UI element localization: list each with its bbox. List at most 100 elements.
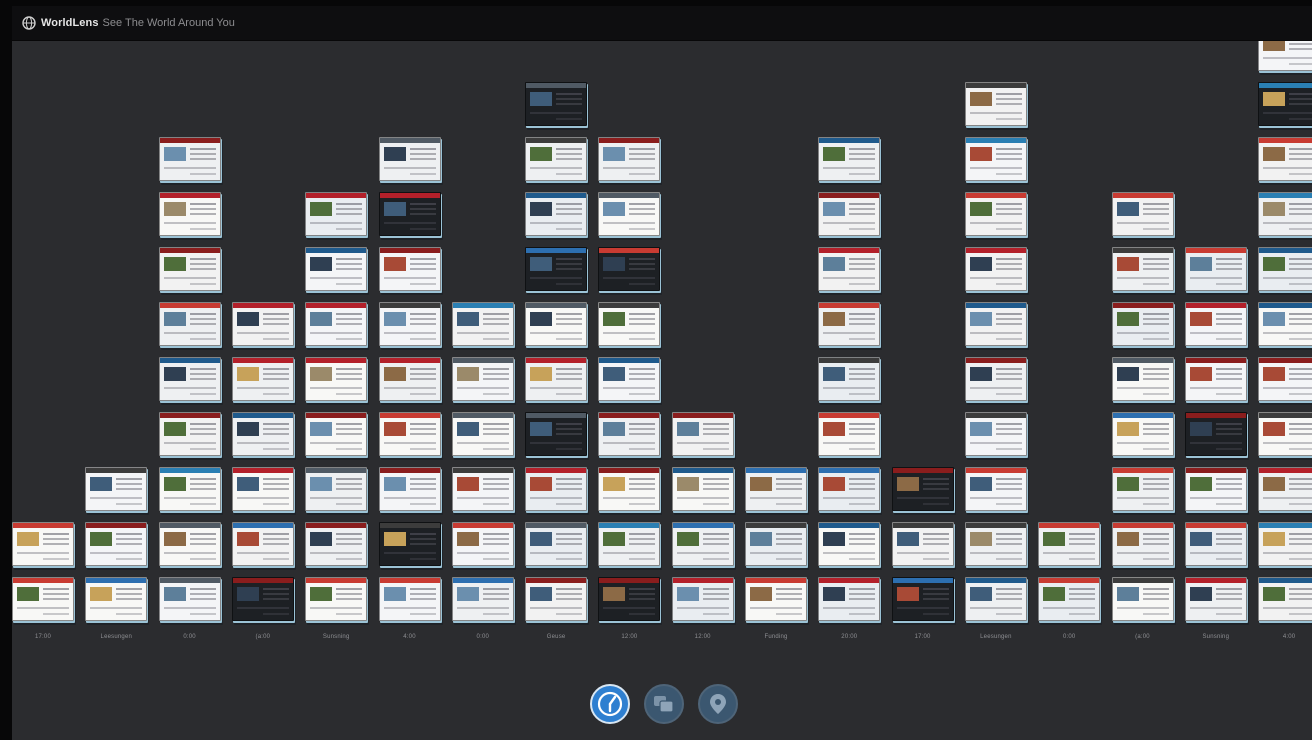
article-thumbnail[interactable] (305, 357, 368, 401)
article-thumbnail[interactable] (745, 467, 807, 511)
article-thumbnail[interactable] (1258, 192, 1312, 236)
article-thumbnail[interactable] (451, 357, 514, 401)
article-thumbnail[interactable] (1184, 247, 1247, 291)
article-thumbnail[interactable] (451, 467, 514, 511)
article-thumbnail[interactable] (85, 467, 148, 511)
article-thumbnail[interactable] (305, 577, 368, 621)
article-thumbnail[interactable] (378, 357, 441, 401)
article-thumbnail[interactable] (1111, 577, 1174, 621)
article-thumbnail[interactable] (671, 412, 734, 456)
article-thumbnail[interactable] (158, 522, 221, 566)
article-thumbnail[interactable] (1184, 412, 1247, 456)
article-thumbnail[interactable] (1258, 137, 1312, 181)
article-thumbnail[interactable] (598, 137, 661, 181)
article-thumbnail[interactable] (1258, 522, 1312, 566)
article-thumbnail[interactable] (305, 192, 368, 236)
article-thumbnail[interactable] (305, 522, 368, 566)
article-thumbnail[interactable] (671, 577, 734, 621)
article-thumbnail[interactable] (1258, 467, 1312, 511)
article-thumbnail[interactable] (1111, 467, 1174, 511)
article-thumbnail[interactable] (158, 192, 221, 236)
article-thumbnail[interactable] (598, 522, 661, 566)
article-thumbnail[interactable] (305, 467, 368, 511)
time-view-button[interactable] (590, 684, 630, 724)
article-thumbnail[interactable] (964, 247, 1027, 291)
article-thumbnail[interactable] (451, 302, 514, 346)
article-thumbnail[interactable] (818, 577, 881, 621)
article-thumbnail[interactable] (305, 302, 368, 346)
article-thumbnail[interactable] (158, 412, 221, 456)
article-thumbnail[interactable] (525, 247, 588, 291)
article-thumbnail[interactable] (85, 577, 148, 621)
article-thumbnail[interactable] (305, 412, 368, 456)
article-thumbnail[interactable] (818, 247, 881, 291)
article-thumbnail[interactable] (1258, 41, 1312, 71)
article-thumbnail[interactable] (818, 192, 881, 236)
article-thumbnail[interactable] (964, 467, 1027, 511)
article-thumbnail[interactable] (964, 192, 1027, 236)
article-thumbnail[interactable] (598, 412, 661, 456)
article-thumbnail[interactable] (1038, 577, 1101, 621)
article-thumbnail[interactable] (12, 577, 74, 621)
article-thumbnail[interactable] (378, 412, 441, 456)
article-thumbnail[interactable] (12, 522, 74, 566)
article-thumbnail[interactable] (964, 137, 1027, 181)
article-thumbnail[interactable] (598, 577, 661, 621)
article-thumbnail[interactable] (1258, 412, 1312, 456)
article-thumbnail[interactable] (525, 192, 588, 236)
article-thumbnail[interactable] (598, 192, 661, 236)
article-thumbnail[interactable] (1258, 82, 1312, 126)
article-thumbnail[interactable] (818, 467, 881, 511)
article-thumbnail[interactable] (1111, 412, 1174, 456)
article-thumbnail[interactable] (451, 522, 514, 566)
article-thumbnail[interactable] (818, 412, 881, 456)
article-thumbnail[interactable] (1184, 577, 1247, 621)
article-thumbnail[interactable] (378, 137, 441, 181)
article-thumbnail[interactable] (378, 302, 441, 346)
article-thumbnail[interactable] (818, 137, 881, 181)
article-thumbnail[interactable] (1184, 357, 1247, 401)
article-thumbnail[interactable] (1184, 302, 1247, 346)
article-thumbnail[interactable] (598, 302, 661, 346)
article-thumbnail[interactable] (891, 577, 954, 621)
article-thumbnail[interactable] (1258, 357, 1312, 401)
article-thumbnail[interactable] (158, 302, 221, 346)
article-thumbnail[interactable] (964, 577, 1027, 621)
article-thumbnail[interactable] (818, 302, 881, 346)
article-thumbnail[interactable] (745, 577, 807, 621)
article-thumbnail[interactable] (1258, 247, 1312, 291)
article-thumbnail[interactable] (1111, 302, 1174, 346)
article-thumbnail[interactable] (525, 82, 588, 126)
article-thumbnail[interactable] (745, 522, 807, 566)
article-thumbnail[interactable] (964, 412, 1027, 456)
article-thumbnail[interactable] (1111, 357, 1174, 401)
article-thumbnail[interactable] (378, 577, 441, 621)
article-thumbnail[interactable] (525, 577, 588, 621)
article-thumbnail[interactable] (451, 412, 514, 456)
article-thumbnail[interactable] (818, 357, 881, 401)
article-thumbnail[interactable] (158, 577, 221, 621)
location-view-button[interactable] (698, 684, 738, 724)
article-thumbnail[interactable] (158, 137, 221, 181)
article-thumbnail[interactable] (964, 522, 1027, 566)
article-thumbnail[interactable] (525, 412, 588, 456)
article-thumbnail[interactable] (158, 467, 221, 511)
article-thumbnail[interactable] (1038, 522, 1101, 566)
article-thumbnail[interactable] (231, 522, 294, 566)
article-thumbnail[interactable] (231, 412, 294, 456)
article-thumbnail[interactable] (1111, 247, 1174, 291)
article-thumbnail[interactable] (451, 577, 514, 621)
article-thumbnail[interactable] (1258, 577, 1312, 621)
article-thumbnail[interactable] (598, 467, 661, 511)
article-thumbnail[interactable] (231, 467, 294, 511)
article-thumbnail[interactable] (671, 467, 734, 511)
article-thumbnail[interactable] (231, 577, 294, 621)
article-thumbnail[interactable] (598, 357, 661, 401)
article-thumbnail[interactable] (158, 357, 221, 401)
article-thumbnail[interactable] (378, 192, 441, 236)
article-thumbnail[interactable] (598, 247, 661, 291)
article-thumbnail[interactable] (1184, 522, 1247, 566)
article-thumbnail[interactable] (525, 522, 588, 566)
article-thumbnail[interactable] (305, 247, 368, 291)
article-thumbnail[interactable] (1184, 467, 1247, 511)
